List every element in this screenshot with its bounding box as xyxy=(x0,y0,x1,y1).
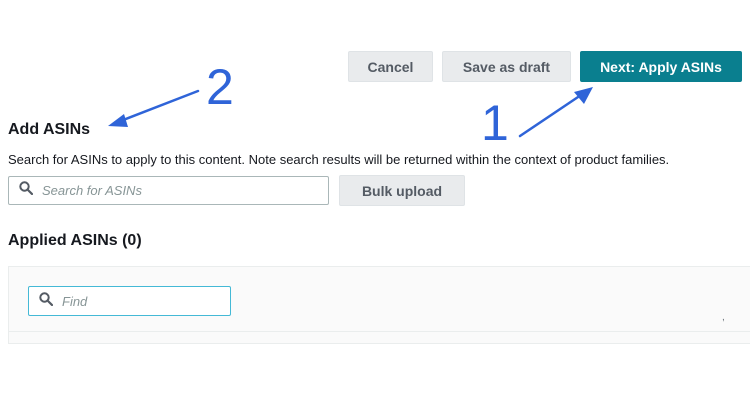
annotation-arrow-1 xyxy=(518,87,593,138)
cancel-button-label: Cancel xyxy=(367,58,414,75)
annotation-number-1: 1 xyxy=(481,95,509,151)
asin-search-input[interactable]: Search for ASINs xyxy=(8,176,329,205)
stray-mark: , xyxy=(722,312,725,323)
search-icon xyxy=(19,181,34,200)
applied-asins-heading: Applied ASINs (0) xyxy=(8,232,142,249)
bulk-upload-button[interactable]: Bulk upload xyxy=(339,175,465,206)
table-header-divider xyxy=(9,331,750,332)
annotation-number-2: 2 xyxy=(206,59,234,115)
save-as-draft-button[interactable]: Save as draft xyxy=(442,51,571,82)
find-input[interactable]: Find xyxy=(28,286,231,316)
search-icon xyxy=(39,291,54,311)
next-apply-asins-button[interactable]: Next: Apply ASINs xyxy=(580,51,742,82)
add-asins-heading: Add ASINs xyxy=(8,121,91,138)
bulk-upload-button-label: Bulk upload xyxy=(361,182,443,199)
find-placeholder: Find xyxy=(62,293,88,309)
cancel-button[interactable]: Cancel xyxy=(348,51,433,82)
add-asins-description: Search for ASINs to apply to this conten… xyxy=(8,152,670,167)
annotation-arrow-2 xyxy=(108,89,200,127)
asin-search-placeholder: Search for ASINs xyxy=(42,183,142,198)
save-as-draft-button-label: Save as draft xyxy=(462,58,551,75)
next-apply-asins-button-label: Next: Apply ASINs xyxy=(600,58,722,75)
